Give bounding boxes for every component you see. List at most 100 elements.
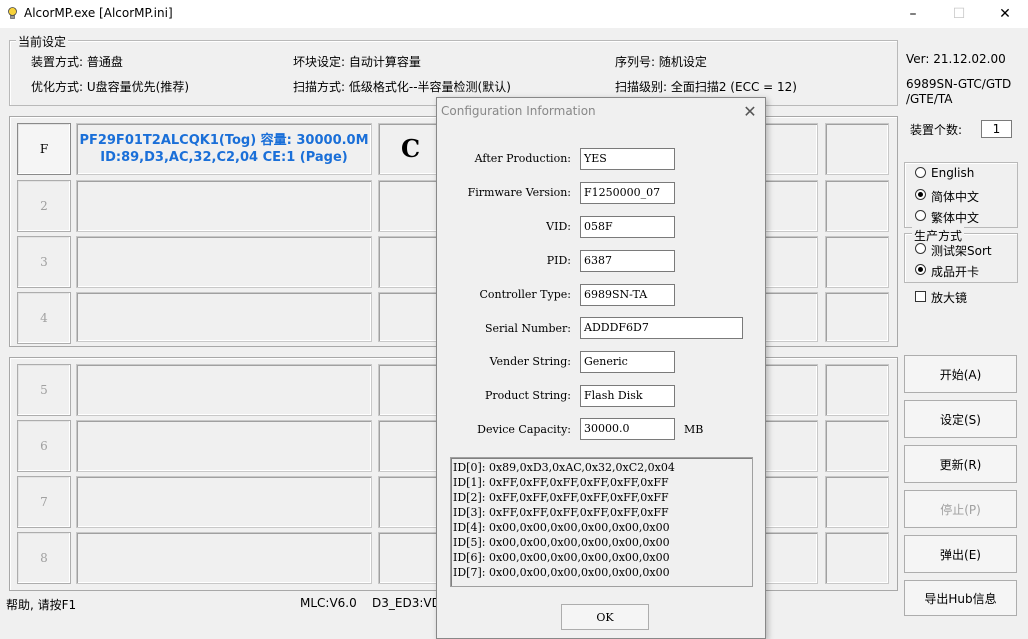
- flash-id-line: ID[1]: 0xFF,0xFF,0xFF,0xFF,0xFF,0xFF: [453, 476, 669, 489]
- traditional-chinese-radio[interactable]: [915, 210, 926, 221]
- flash-id-line: ID[2]: 0xFF,0xFF,0xFF,0xFF,0xFF,0xFF: [453, 491, 669, 504]
- traditional-chinese-label[interactable]: 繁体中文: [931, 209, 979, 226]
- controller-type-label: Controller Type:: [479, 288, 571, 301]
- port-button-4[interactable]: 4: [17, 292, 71, 344]
- scan-level-setting: 扫描级别: 全面扫描2 (ECC = 12): [615, 80, 797, 94]
- settings-button[interactable]: 设定(S): [904, 400, 1017, 438]
- vender-string-field[interactable]: Generic: [580, 351, 675, 373]
- port-button-2[interactable]: 2: [17, 180, 71, 232]
- refresh-button[interactable]: 更新(R): [904, 445, 1017, 483]
- port-1-status-cell: [764, 123, 818, 175]
- d3-status: D3_ED3:VD: [372, 596, 441, 610]
- port-4-info-cell: [76, 292, 372, 342]
- flash-id-line: ID[7]: 0x00,0x00,0x00,0x00,0x00,0x00: [453, 566, 670, 579]
- port-5-result-cell: [825, 364, 889, 416]
- port-5-info-cell: [76, 364, 372, 416]
- port-button-1[interactable]: F: [17, 123, 71, 175]
- product-string-field[interactable]: Flash Disk: [580, 385, 675, 407]
- flash-id-line: ID[3]: 0xFF,0xFF,0xFF,0xFF,0xFF,0xFF: [453, 506, 669, 519]
- port-6-drive-cell: [378, 420, 440, 472]
- port-2-result-cell: [825, 180, 889, 232]
- magnifier-checkbox[interactable]: [915, 291, 926, 302]
- port-button-6[interactable]: 6: [17, 420, 71, 472]
- port-button-7[interactable]: 7: [17, 476, 71, 528]
- port-8-drive-cell: [378, 532, 440, 584]
- port-2-info-cell: [76, 180, 372, 232]
- after-production-label: After Production:: [474, 152, 571, 165]
- device-capacity-field[interactable]: 30000.0: [580, 418, 675, 440]
- port-button-5[interactable]: 5: [17, 364, 71, 416]
- firmware-version-field[interactable]: F1250000_07: [580, 182, 675, 204]
- port-button-8[interactable]: 8: [17, 532, 71, 584]
- magnifier-label[interactable]: 放大镜: [931, 289, 967, 306]
- test-rack-radio[interactable]: [915, 243, 926, 254]
- pid-field[interactable]: 6387: [580, 250, 675, 272]
- port-2-status-cell: [764, 180, 818, 232]
- simplified-chinese-radio[interactable]: [915, 189, 926, 200]
- maximize-button[interactable]: ☐: [936, 0, 982, 28]
- start-button[interactable]: 开始(A): [904, 355, 1017, 393]
- stop-button[interactable]: 停止(P): [904, 490, 1017, 528]
- english-label[interactable]: English: [931, 166, 974, 180]
- device-count-label: 装置个数:: [910, 123, 963, 137]
- port-1-result-cell: [825, 123, 889, 175]
- dialog-close-icon[interactable]: ✕: [741, 102, 759, 121]
- port-button-3[interactable]: 3: [17, 236, 71, 288]
- minimize-button[interactable]: –: [890, 0, 936, 28]
- simplified-chinese-label[interactable]: 简体中文: [931, 188, 979, 205]
- serial-number-field[interactable]: ADDDF6D7: [580, 317, 743, 339]
- ok-button[interactable]: OK: [561, 604, 649, 630]
- serial-number-label: Serial Number:: [484, 322, 571, 335]
- english-radio[interactable]: [915, 167, 926, 178]
- test-rack-label[interactable]: 测试架Sort: [931, 242, 992, 259]
- chip-model-line2: /GTE/TA: [906, 92, 953, 106]
- controller-type-field[interactable]: 6989SN-TA: [580, 284, 675, 306]
- version-label: Ver: 21.12.02.00: [906, 52, 1006, 66]
- port-2-drive-cell: [378, 180, 440, 232]
- flash-id-line: ID[6]: 0x00,0x00,0x00,0x00,0x00,0x00: [453, 551, 670, 564]
- port-3-info-cell: [76, 236, 372, 288]
- dialog-title: Configuration Information: [441, 104, 596, 118]
- flash-id-list: ID[0]: 0x89,0xD3,0xAC,0x32,0xC2,0x04 ID[…: [450, 457, 753, 587]
- firmware-version-label: Firmware Version:: [467, 186, 571, 199]
- flash-id-line: ID[4]: 0x00,0x00,0x00,0x00,0x00,0x00: [453, 521, 670, 534]
- pid-label: PID:: [546, 254, 571, 267]
- port-3-drive-cell: [378, 236, 440, 288]
- port-4-result-cell: [825, 292, 889, 342]
- device-count-field[interactable]: 1: [981, 120, 1012, 138]
- eject-button[interactable]: 弹出(E): [904, 535, 1017, 573]
- port-7-status-cell: [764, 476, 818, 528]
- flash-id-line: ID[0]: 0x89,0xD3,0xAC,0x32,0xC2,0x04: [453, 461, 675, 474]
- bad-block-setting: 坏块设定: 自动计算容量: [293, 55, 421, 69]
- product-string-label: Product String:: [484, 389, 571, 402]
- finished-card-label[interactable]: 成品开卡: [931, 263, 979, 280]
- port-7-drive-cell: [378, 476, 440, 528]
- close-button[interactable]: ✕: [982, 0, 1028, 28]
- port-1-chip-info: PF29F01T2ALCQK1(Tog) 容量: 30000.0M: [79, 133, 369, 148]
- vid-label: VID:: [546, 220, 571, 233]
- port-7-info-cell: [76, 476, 372, 528]
- port-1-drive-cell: C: [378, 123, 440, 175]
- port-7-result-cell: [825, 476, 889, 528]
- after-production-field[interactable]: YES: [580, 148, 675, 170]
- vender-string-label: Vender String:: [489, 355, 571, 368]
- finished-card-radio[interactable]: [915, 264, 926, 275]
- window-title: AlcorMP.exe [AlcorMP.ini]: [24, 6, 173, 20]
- export-hub-info-button[interactable]: 导出Hub信息: [904, 580, 1017, 616]
- scan-mode-setting: 扫描方式: 低级格式化--半容量检测(默认): [293, 80, 511, 94]
- port-4-status-cell: [764, 292, 818, 342]
- port-8-result-cell: [825, 532, 889, 584]
- chip-model-line1: 6989SN-GTC/GTD: [906, 77, 1012, 91]
- title-bar: AlcorMP.exe [AlcorMP.ini] – ☐ ✕: [0, 0, 1028, 28]
- port-3-status-cell: [764, 236, 818, 288]
- port-5-status-cell: [764, 364, 818, 416]
- vid-field[interactable]: 058F: [580, 216, 675, 238]
- port-1-info-cell: PF29F01T2ALCQK1(Tog) 容量: 30000.0M ID:89,…: [76, 123, 372, 175]
- port-1-id-info: ID:89,D3,AC,32,C2,04 CE:1 (Page): [100, 150, 348, 165]
- mlc-version-status: MLC:V6.0: [300, 596, 357, 610]
- current-settings-title: 当前设定: [16, 33, 69, 50]
- capacity-unit-label: MB: [684, 423, 704, 436]
- port-1-drive-letter: C: [401, 134, 421, 163]
- lightbulb-icon: [8, 7, 17, 19]
- flash-id-line: ID[5]: 0x00,0x00,0x00,0x00,0x00,0x00: [453, 536, 670, 549]
